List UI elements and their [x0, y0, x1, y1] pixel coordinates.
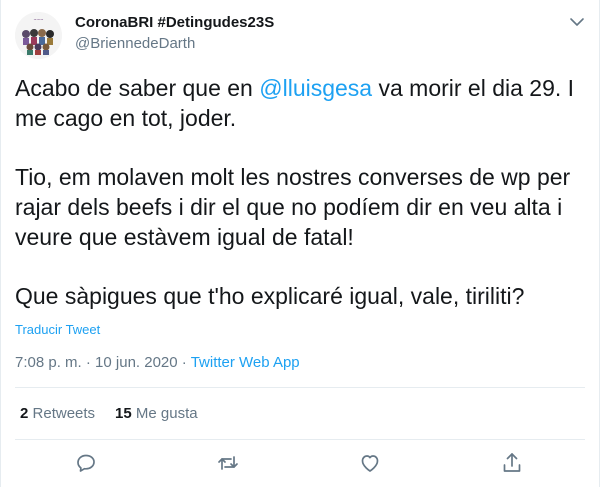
svg-text:~~~: ~~~ [33, 17, 43, 22]
heart-icon[interactable] [358, 451, 382, 475]
retweets-label: Retweets [32, 405, 96, 422]
meta-separator: · [177, 354, 191, 371]
meta-separator: · [81, 354, 96, 371]
tweet-paragraph-1: Acabo de saber que en @lluisgesa va mori… [15, 73, 585, 133]
tweet-paragraph-2: Tio, em molaven molt les nostres convers… [15, 164, 571, 250]
divider [15, 439, 585, 440]
retweets-count: 2 [20, 405, 29, 422]
share-icon[interactable] [500, 451, 524, 475]
divider [15, 387, 585, 388]
tweet-time[interactable]: 7:08 p. m. [15, 354, 82, 371]
translate-tweet-link[interactable]: Traducir Tweet [15, 322, 100, 337]
likes-label: Me gusta [135, 405, 198, 422]
tweet-stats: 2 Retweets 15 Me gusta [20, 405, 198, 422]
display-name[interactable]: CoronaBRI #Detingudes23S [75, 14, 274, 31]
tweet-text-span: Acabo de saber que en [15, 75, 260, 101]
chevron-down-icon[interactable] [567, 12, 587, 32]
likes-count: 15 [115, 405, 132, 422]
avatar[interactable]: ~~~ [15, 12, 62, 59]
source-app-link[interactable]: Twitter Web App [191, 354, 300, 371]
avatar-image: ~~~ [15, 12, 62, 59]
likes-stat[interactable]: 15 Me gusta [115, 405, 198, 422]
tweet-date[interactable]: 10 jun. 2020 [95, 354, 178, 371]
tweet-text: Acabo de saber que en @lluisgesa va mori… [15, 73, 585, 311]
mention-link[interactable]: @lluisgesa [259, 75, 372, 101]
reply-icon[interactable] [74, 451, 98, 475]
tweet-meta: 7:08 p. m. · 10 jun. 2020 · Twitter Web … [15, 354, 300, 371]
retweets-stat[interactable]: 2 Retweets [20, 405, 95, 422]
tweet-paragraph-3: Que sàpigues que t'ho explicaré igual, v… [15, 283, 525, 309]
user-handle[interactable]: @BriennedeDarth [75, 35, 195, 52]
retweet-icon[interactable] [216, 451, 240, 475]
